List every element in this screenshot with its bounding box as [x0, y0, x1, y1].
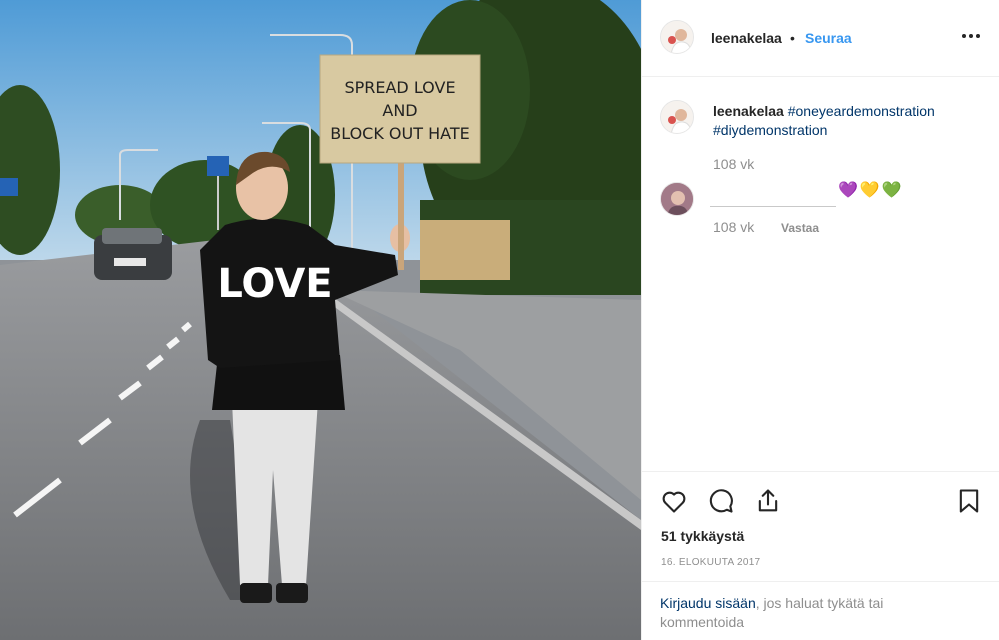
more-options-icon[interactable]: [959, 24, 983, 48]
follow-button[interactable]: Seuraa: [805, 30, 852, 46]
comment-emoji: 💜💛💚: [838, 182, 904, 199]
avatar-image: [661, 21, 693, 53]
avatar-image: [661, 101, 693, 133]
protest-sign: SPREAD LOVE AND BLOCK OUT HATE: [319, 54, 481, 164]
post-photo[interactable]: LOVE SPREAD LOVE AND BLOCK OUT HATE: [0, 0, 641, 640]
building: [420, 220, 510, 280]
post-photo-illustration: LOVE SPREAD LOVE AND BLOCK OUT HATE: [0, 0, 641, 640]
author-username[interactable]: leenakelaa: [711, 30, 782, 46]
post-header: leenakelaa • Seuraa: [642, 0, 999, 77]
avatar-image: [661, 183, 693, 215]
reply-button[interactable]: Vastaa: [781, 221, 819, 235]
heart-icon[interactable]: [660, 487, 688, 515]
caption-username[interactable]: leenakelaa: [713, 103, 784, 119]
car: [94, 228, 172, 280]
post-side-panel: leenakelaa • Seuraa leenakelaa #oneyeard…: [641, 0, 999, 640]
login-link[interactable]: Kirjaudu sisään: [660, 595, 756, 611]
comment-age[interactable]: 108 vk: [713, 219, 754, 235]
bookmark-icon[interactable]: [955, 487, 983, 515]
sign-line-2: AND: [382, 101, 417, 120]
crossing-sign-left: [0, 178, 18, 196]
crossing-sign: [207, 156, 229, 176]
post-date[interactable]: 16. ELOKUUTA 2017: [661, 557, 760, 568]
sign-line-1: SPREAD LOVE: [344, 78, 455, 97]
caption-age[interactable]: 108 vk: [713, 156, 754, 172]
login-prompt: Kirjaudu sisään, jos haluat tykätä tai k…: [642, 581, 999, 640]
hashtag-link[interactable]: #diydemonstration: [713, 122, 827, 138]
commenter-username-redacted[interactable]: [710, 181, 836, 207]
likes-count[interactable]: 51 tykkäystä: [661, 528, 744, 544]
login-prompt-text: Kirjaudu sisään, jos haluat tykätä tai k…: [660, 594, 960, 632]
author-avatar[interactable]: [660, 20, 694, 54]
sign-line-3: BLOCK OUT HATE: [330, 124, 469, 143]
post-actions: 51 tykkäystä 16. ELOKUUTA 2017: [642, 471, 999, 581]
caption-text: leenakelaa #oneyeardemonstration #diydem…: [713, 102, 983, 140]
caption-avatar[interactable]: [660, 100, 694, 134]
share-icon[interactable]: [754, 487, 782, 515]
commenter-avatar[interactable]: [660, 182, 694, 216]
comment-icon[interactable]: [707, 487, 735, 515]
sweater-text: LOVE: [217, 261, 332, 307]
separator-dot: •: [790, 30, 795, 46]
hashtag-link[interactable]: #oneyeardemonstration: [788, 103, 935, 119]
